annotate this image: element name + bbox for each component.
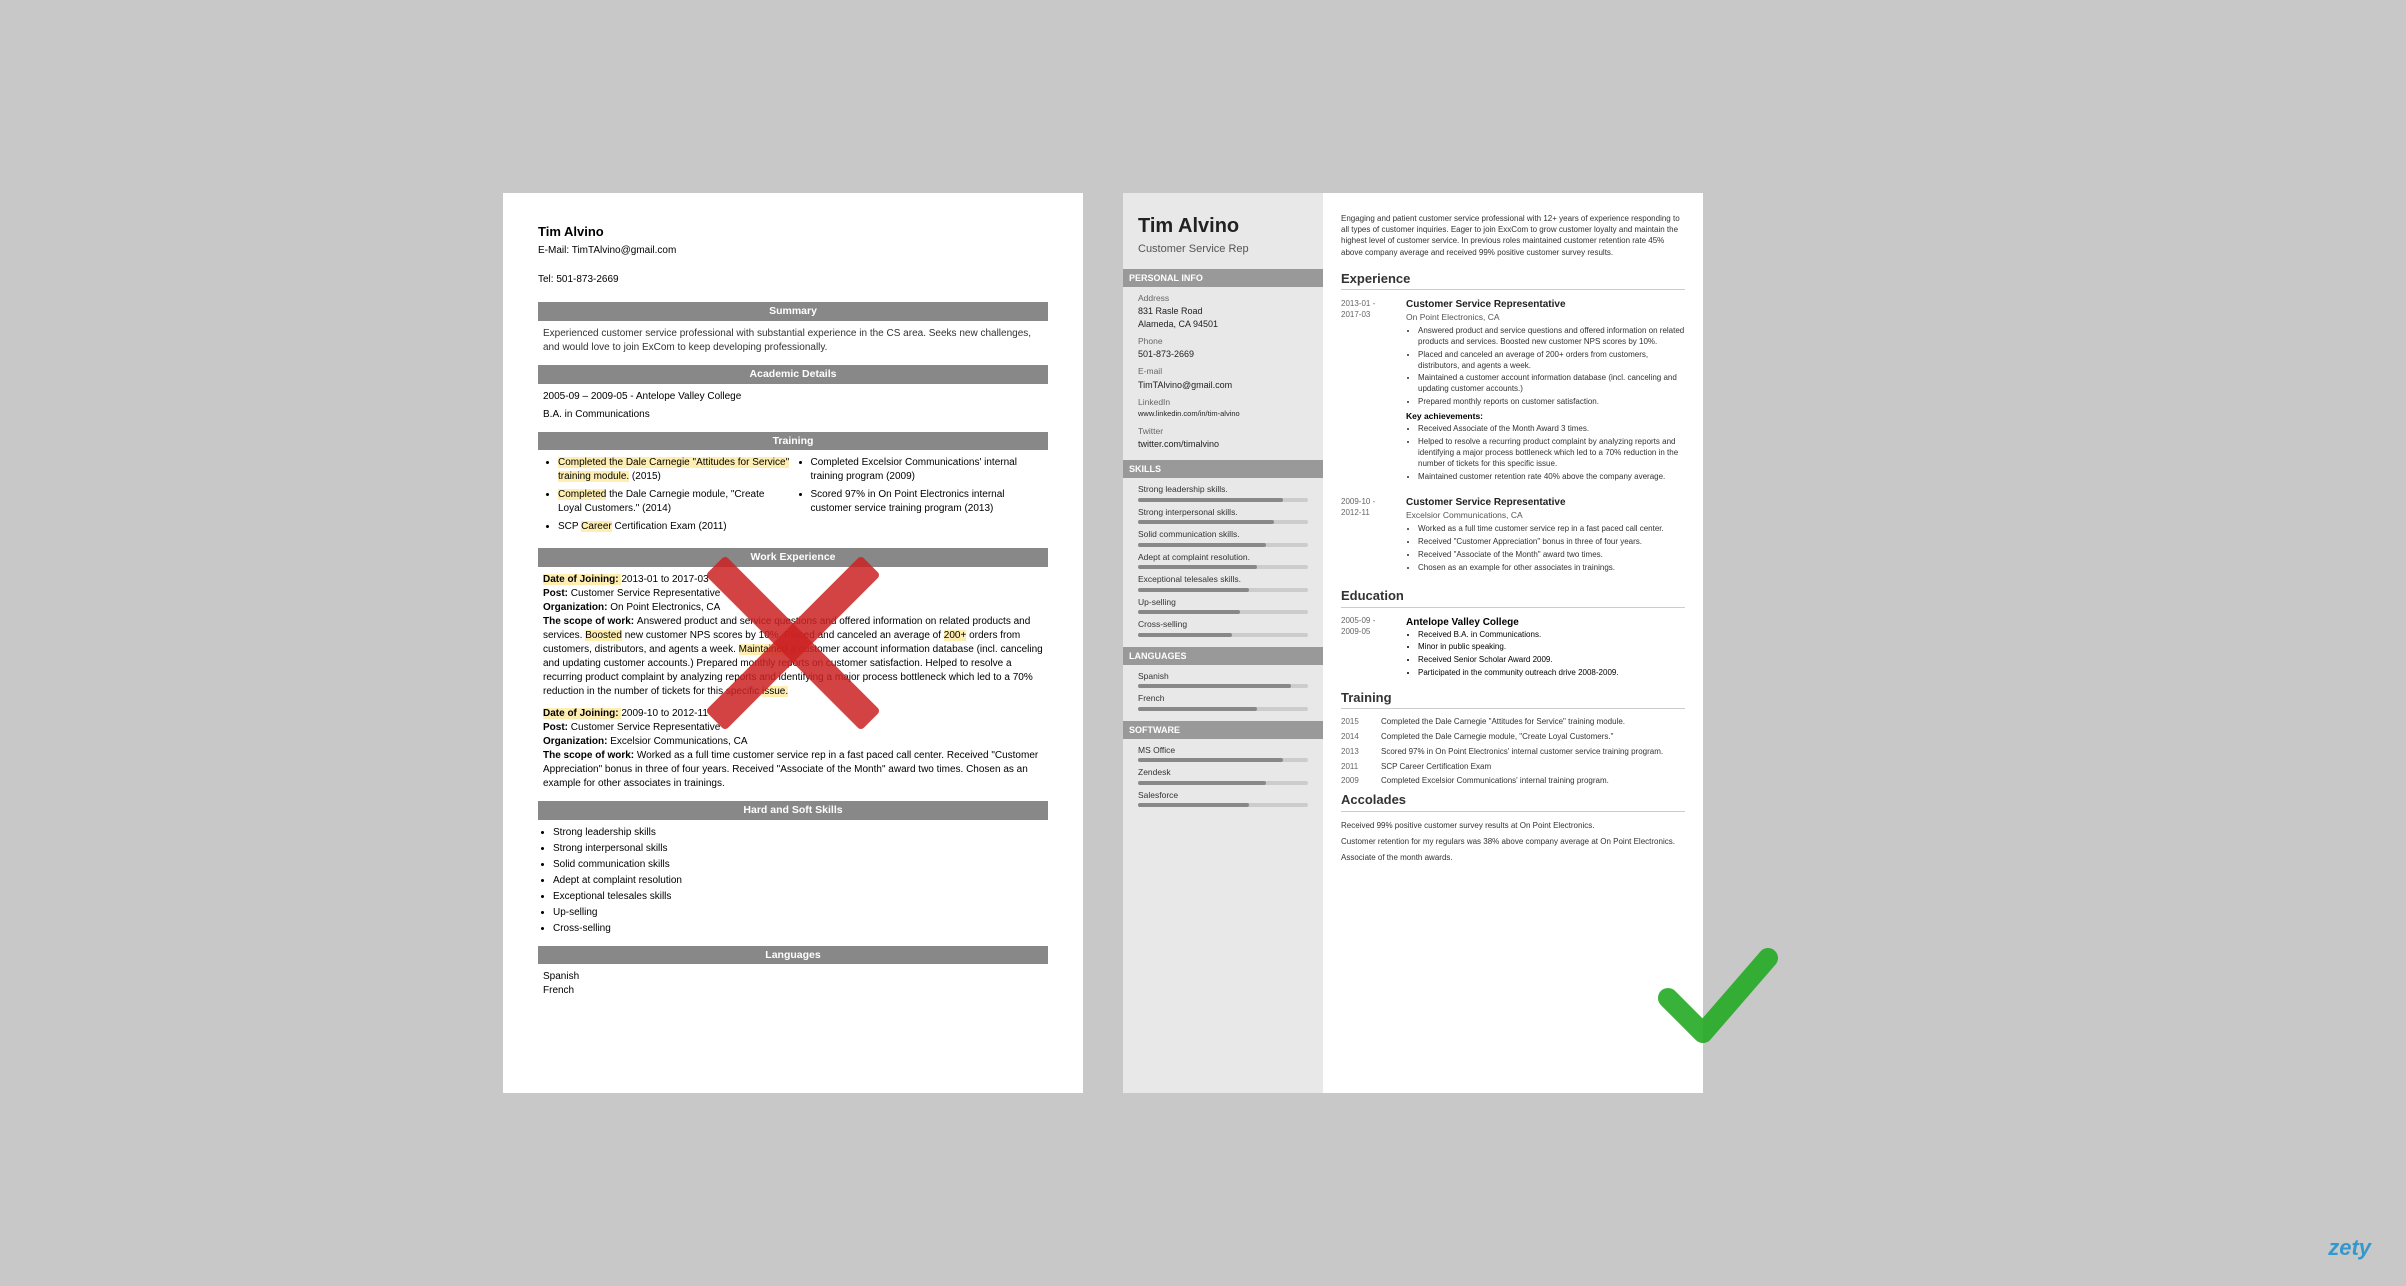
bad-skill-item: Cross-selling: [553, 922, 1048, 936]
sidebar-address: 831 Rasle Road Alameda, CA 94501: [1138, 305, 1308, 329]
bad-work-entry-1: Date of Joining: 2013-01 to 2017-03 Post…: [543, 573, 1043, 699]
software-item: MS Office: [1138, 745, 1308, 762]
training-item: 2011 SCP Career Certification Exam: [1341, 762, 1685, 773]
bad-resume-name: Tim Alvino: [538, 223, 1048, 241]
bad-training-item: Completed the Dale Carnegie "Attitudes f…: [558, 456, 791, 484]
bad-training-item: SCP Career Certification Exam (2011): [558, 520, 791, 534]
page-container: Tim Alvino E-Mail: TimTAlvino@gmail.com …: [503, 193, 1903, 1093]
skill-item: Up-selling: [1138, 597, 1308, 614]
bad-language-item: French: [543, 984, 1043, 998]
bad-skill-item: Up-selling: [553, 906, 1048, 920]
bad-languages-header: Languages: [538, 946, 1048, 965]
skill-item: Solid communication skills.: [1138, 529, 1308, 546]
sidebar-skills-header: Skills: [1123, 460, 1323, 478]
bad-academic-entry: 2005-09 – 2009-05 - Antelope Valley Coll…: [543, 390, 1043, 404]
bad-skill-item: Strong interpersonal skills: [553, 842, 1048, 856]
bad-resume-phone: Tel: 501-873-2669: [538, 273, 1048, 287]
good-accolades-list: Received 99% positive customer survey re…: [1341, 820, 1685, 864]
sidebar-email: TimTAlvino@gmail.com: [1138, 379, 1308, 391]
good-education-header: Education: [1341, 587, 1685, 608]
bad-work-content: Date of Joining: 2013-01 to 2017-03 Post…: [538, 573, 1048, 791]
sidebar-linkedin: www.linkedin.com/in/tim-alvino: [1138, 409, 1308, 419]
software-item: Salesforce: [1138, 790, 1308, 807]
bad-resume: Tim Alvino E-Mail: TimTAlvino@gmail.com …: [503, 193, 1083, 1093]
bad-resume-email: E-Mail: TimTAlvino@gmail.com: [538, 244, 1048, 258]
good-training-header: Training: [1341, 689, 1685, 710]
bad-academic-degree: B.A. in Communications: [543, 408, 1043, 422]
bad-work-entry-2: Date of Joining: 2009-10 to 2012-11 Post…: [543, 707, 1043, 791]
language-item-spanish: Spanish: [1138, 671, 1308, 688]
skill-item: Cross-selling: [1138, 619, 1308, 636]
edu-date-1: 2005-09 - 2009-05: [1341, 616, 1396, 681]
bad-skill-item: Adept at complaint resolution: [553, 874, 1048, 888]
sidebar-twitter-label: Twitter: [1138, 426, 1308, 437]
bad-summary-header: Summary: [538, 302, 1048, 321]
bad-work-header: Work Experience: [538, 548, 1048, 567]
bad-skill-item: Exceptional telesales skills: [553, 890, 1048, 904]
skill-item: Adept at complaint resolution.: [1138, 552, 1308, 569]
exp-date-1: 2013-01 - 2017-03: [1341, 298, 1396, 484]
bad-training-grid: Completed the Dale Carnegie "Attitudes f…: [538, 456, 1048, 538]
bad-skill-item: Strong leadership skills: [553, 826, 1048, 840]
bad-skills-list: Strong leadership skills Strong interper…: [538, 826, 1048, 936]
experience-entry-2: 2009-10 - 2012-11 Customer Service Repre…: [1341, 496, 1685, 575]
sidebar-languages-list: Spanish French: [1138, 671, 1308, 711]
accolade-item: Received 99% positive customer survey re…: [1341, 820, 1685, 831]
bad-training-item: Completed Excelsior Communications' inte…: [811, 456, 1044, 484]
sidebar-phone: 501-873-2669: [1138, 348, 1308, 360]
skill-item: Exceptional telesales skills.: [1138, 574, 1308, 591]
good-resume: Tim Alvino Customer Service Rep Personal…: [1123, 193, 1703, 1093]
good-training-list: 2015 Completed the Dale Carnegie "Attitu…: [1341, 717, 1685, 787]
bad-training-item: Completed the Dale Carnegie module, "Cre…: [558, 488, 791, 516]
bad-skills-header: Hard and Soft Skills: [538, 801, 1048, 820]
good-main: Engaging and patient customer service pr…: [1323, 193, 1703, 1093]
sidebar-personal-header: Personal Info: [1123, 269, 1323, 287]
bad-training-left: Completed the Dale Carnegie "Attitudes f…: [543, 456, 791, 538]
education-entry-1: 2005-09 - 2009-05 Antelope Valley Colleg…: [1341, 616, 1685, 681]
sidebar-twitter: twitter.com/timalvino: [1138, 438, 1308, 450]
sidebar-phone-label: Phone: [1138, 336, 1308, 347]
exp-content-2: Customer Service Representative Excelsio…: [1406, 496, 1685, 575]
training-item: 2009 Completed Excelsior Communications'…: [1341, 776, 1685, 787]
good-accolades-header: Accolades: [1341, 791, 1685, 812]
sidebar-linkedin-label: LinkedIn: [1138, 397, 1308, 408]
training-item: 2013 Scored 97% in On Point Electronics'…: [1341, 747, 1685, 758]
sidebar-address-label: Address: [1138, 293, 1308, 304]
bad-training-header: Training: [538, 432, 1048, 451]
bad-summary-text: Experienced customer service professiona…: [538, 327, 1048, 355]
skill-item: Strong leadership skills.: [1138, 484, 1308, 501]
good-resume-title: Customer Service Rep: [1138, 242, 1308, 257]
accolade-item: Associate of the month awards.: [1341, 852, 1685, 863]
software-item: Zendesk: [1138, 767, 1308, 784]
bad-academic-header: Academic Details: [538, 365, 1048, 384]
bad-training-right: Completed Excelsior Communications' inte…: [796, 456, 1044, 538]
bad-language-item: Spanish: [543, 970, 1043, 984]
exp-content-1: Customer Service Representative On Point…: [1406, 298, 1685, 484]
sidebar-email-label: E-mail: [1138, 366, 1308, 377]
good-summary: Engaging and patient customer service pr…: [1341, 213, 1685, 258]
skill-item: Strong interpersonal skills.: [1138, 507, 1308, 524]
experience-entry-1: 2013-01 - 2017-03 Customer Service Repre…: [1341, 298, 1685, 484]
sidebar-languages-header: Languages: [1123, 647, 1323, 665]
exp-date-2: 2009-10 - 2012-11: [1341, 496, 1396, 575]
training-item: 2015 Completed the Dale Carnegie "Attitu…: [1341, 717, 1685, 728]
bad-training-item: Scored 97% in On Point Electronics inter…: [811, 488, 1044, 516]
sidebar-software-list: MS Office Zendesk Salesforce: [1138, 745, 1308, 807]
good-experience-header: Experience: [1341, 270, 1685, 291]
sidebar-skills-list: Strong leadership skills. Strong interpe…: [1138, 484, 1308, 636]
sidebar-software-header: Software: [1123, 721, 1323, 739]
language-item-french: French: [1138, 693, 1308, 710]
bad-skill-item: Solid communication skills: [553, 858, 1048, 872]
good-sidebar: Tim Alvino Customer Service Rep Personal…: [1123, 193, 1323, 1093]
training-item: 2014 Completed the Dale Carnegie module,…: [1341, 732, 1685, 743]
good-resume-name: Tim Alvino: [1138, 213, 1308, 240]
zety-logo: zety: [2328, 1235, 2371, 1261]
edu-content-1: Antelope Valley College Received B.A. in…: [1406, 616, 1619, 681]
accolade-item: Customer retention for my regulars was 3…: [1341, 836, 1685, 847]
bad-languages-list: Spanish French: [538, 970, 1048, 998]
